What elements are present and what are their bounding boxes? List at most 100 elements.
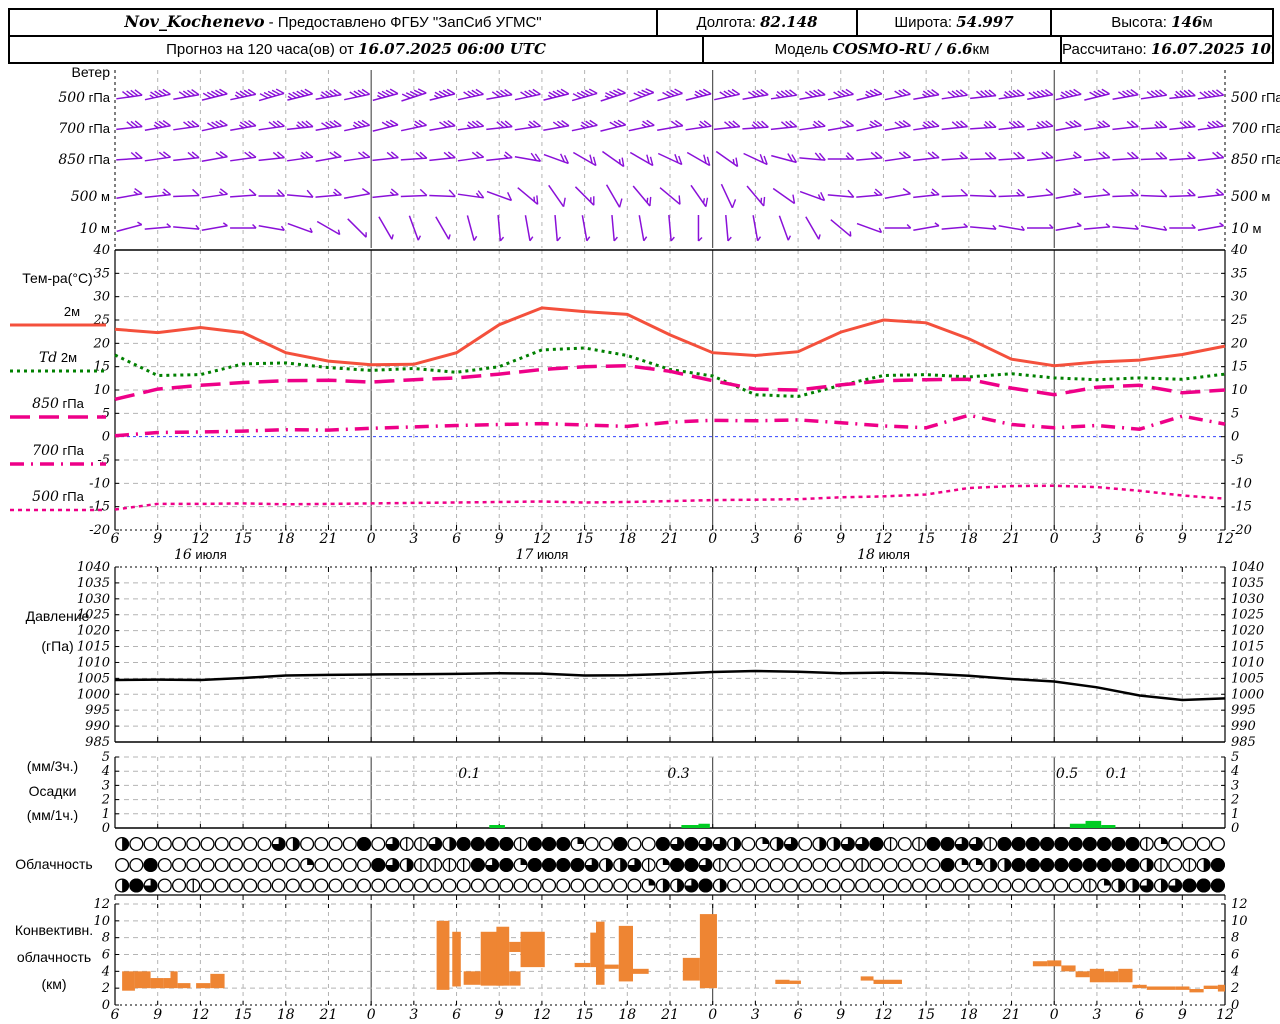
svg-text:6: 6: [452, 531, 461, 547]
svg-text:-10: -10: [1231, 476, 1252, 491]
svg-text:1015: 1015: [77, 640, 110, 655]
svg-text:15: 15: [234, 1007, 252, 1023]
svg-text:6: 6: [111, 1007, 120, 1023]
svg-text:0: 0: [708, 531, 717, 547]
svg-text:500 гПа: 500 гПа: [32, 489, 84, 505]
svg-text:500 м: 500 м: [71, 189, 110, 205]
svg-text:0: 0: [1050, 1007, 1059, 1023]
svg-text:18: 18: [618, 1007, 636, 1023]
svg-text:10: 10: [93, 383, 110, 398]
svg-text:25: 25: [1230, 313, 1248, 328]
svg-text:15: 15: [234, 531, 252, 547]
svg-text:3: 3: [1231, 778, 1239, 793]
svg-text:21: 21: [319, 1007, 338, 1023]
svg-text:1040: 1040: [1231, 560, 1264, 575]
svg-text:0.3: 0.3: [667, 766, 689, 782]
svg-text:0: 0: [367, 1007, 376, 1023]
svg-text:20: 20: [1230, 336, 1248, 351]
svg-text:6: 6: [1135, 1007, 1144, 1023]
svg-text:0: 0: [1231, 998, 1239, 1013]
svg-text:9: 9: [836, 1007, 845, 1023]
svg-text:9: 9: [495, 531, 504, 547]
svg-text:2: 2: [101, 981, 110, 996]
svg-text:5: 5: [1231, 406, 1239, 421]
svg-text:6: 6: [111, 531, 120, 547]
svg-text:12: 12: [1231, 897, 1248, 912]
svg-text:2: 2: [101, 793, 110, 808]
svg-text:6: 6: [452, 1007, 461, 1023]
svg-text:-15: -15: [1231, 500, 1252, 515]
svg-text:500 гПа: 500 гПа: [58, 90, 110, 106]
svg-text:12: 12: [533, 531, 551, 547]
meteogram-page: Nov_Kochenevo - Предоставлено ФГБУ "ЗапС…: [0, 0, 1280, 1024]
svg-text:18 июля: 18 июля: [857, 547, 910, 563]
svg-text:700 гПа: 700 гПа: [58, 121, 110, 137]
svg-text:15: 15: [917, 1007, 935, 1023]
svg-text:10: 10: [93, 914, 110, 929]
svg-text:1000: 1000: [1231, 687, 1264, 702]
svg-text:700 гПа: 700 гПа: [1231, 121, 1280, 137]
svg-text:10: 10: [1231, 383, 1248, 398]
svg-text:5: 5: [102, 750, 110, 765]
svg-text:995: 995: [85, 703, 110, 718]
svg-text:1005: 1005: [1231, 671, 1264, 686]
svg-text:4: 4: [101, 964, 110, 979]
svg-text:1010: 1010: [1231, 655, 1264, 670]
svg-text:1000: 1000: [77, 687, 110, 702]
svg-text:15: 15: [576, 1007, 594, 1023]
svg-text:1030: 1030: [1231, 592, 1264, 607]
svg-text:850 гПа: 850 гПа: [1231, 152, 1280, 168]
svg-text:700 гПа: 700 гПа: [32, 443, 84, 459]
svg-text:1020: 1020: [77, 624, 110, 639]
svg-text:500 гПа: 500 гПа: [1231, 90, 1280, 106]
svg-text:30: 30: [1231, 290, 1248, 305]
svg-text:1035: 1035: [77, 576, 110, 591]
meteogram-plot-canvas: 6699121215151818212100336699121215151818…: [10, 70, 1280, 1023]
svg-text:0: 0: [102, 430, 110, 445]
svg-text:1010: 1010: [77, 655, 110, 670]
svg-text:1005: 1005: [77, 671, 110, 686]
svg-text:18: 18: [960, 531, 978, 547]
svg-text:8: 8: [1231, 931, 1239, 946]
svg-text:9: 9: [836, 531, 845, 547]
svg-text:15: 15: [1231, 360, 1248, 375]
svg-text:0: 0: [102, 821, 110, 836]
svg-text:0.5: 0.5: [1056, 766, 1078, 782]
svg-text:2: 2: [1230, 793, 1239, 808]
svg-text:4: 4: [1230, 764, 1239, 779]
svg-text:1025: 1025: [77, 608, 110, 623]
svg-text:12: 12: [191, 531, 209, 547]
svg-text:21: 21: [1002, 531, 1021, 547]
svg-text:0: 0: [708, 1007, 717, 1023]
svg-text:40: 40: [92, 243, 110, 258]
svg-text:995: 995: [1231, 703, 1256, 718]
svg-text:-10: -10: [89, 476, 110, 491]
svg-text:0: 0: [102, 998, 110, 1013]
svg-text:12: 12: [533, 1007, 551, 1023]
svg-text:16 июля: 16 июля: [174, 547, 227, 563]
svg-text:9: 9: [495, 1007, 504, 1023]
svg-text:9: 9: [1178, 531, 1187, 547]
svg-text:3: 3: [751, 1007, 760, 1023]
svg-text:5: 5: [1231, 750, 1239, 765]
svg-text:12: 12: [875, 1007, 893, 1023]
svg-text:10: 10: [1231, 914, 1248, 929]
svg-text:-15: -15: [89, 500, 110, 515]
svg-text:18: 18: [277, 531, 295, 547]
svg-text:30: 30: [93, 290, 110, 305]
svg-text:20: 20: [92, 336, 110, 351]
svg-text:35: 35: [93, 266, 110, 281]
svg-text:-20: -20: [1231, 523, 1252, 538]
svg-text:21: 21: [660, 531, 679, 547]
svg-text:3: 3: [751, 531, 760, 547]
svg-text:1020: 1020: [1231, 624, 1264, 639]
svg-text:850 гПа: 850 гПа: [58, 152, 110, 168]
svg-text:850 гПа: 850 гПа: [32, 396, 84, 412]
svg-text:985: 985: [85, 735, 110, 750]
svg-text:990: 990: [85, 719, 110, 734]
svg-text:500 м: 500 м: [1231, 189, 1270, 205]
svg-text:35: 35: [1231, 266, 1248, 281]
svg-text:40: 40: [1230, 243, 1248, 258]
svg-text:17 июля: 17 июля: [516, 547, 569, 563]
svg-text:1040: 1040: [77, 560, 110, 575]
